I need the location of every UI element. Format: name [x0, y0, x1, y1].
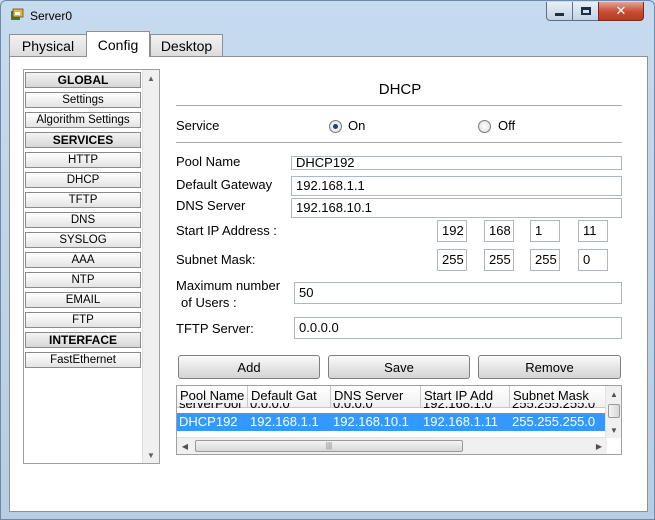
table-cell: 0.0.0.0 [250, 403, 290, 411]
dns-server-input[interactable]: 192.168.10.1 [291, 198, 622, 218]
table-cell: DHCP192 [179, 414, 238, 429]
divider [176, 142, 622, 143]
pool-table: Pool Name Default Gat DNS Server Start I… [176, 385, 622, 455]
table-cell: 192.168.1.0 [423, 403, 492, 411]
start-ip-octet-2[interactable]: 168 [484, 220, 514, 242]
table-cell: 255.255.255.0 [512, 403, 596, 411]
start-ip-octet-1[interactable]: 192 [437, 220, 467, 242]
service-off-radio[interactable] [478, 120, 491, 133]
start-ip-octet-3[interactable]: 1 [530, 220, 560, 242]
app-window: Server0 ✕ Physical Config Desktop GLOBAL… [0, 0, 655, 520]
pool-name-label: Pool Name [176, 154, 241, 169]
divider [176, 105, 622, 106]
scroll-thumb[interactable]: ||| [195, 440, 463, 452]
pool-name-input[interactable]: DHCP192 [291, 156, 622, 170]
table-cell: 255.255.255.0 [512, 414, 596, 429]
dns-server-label: DNS Server [176, 198, 246, 213]
minimize-button[interactable] [546, 2, 573, 21]
subnet-mask-label: Subnet Mask: [176, 252, 256, 267]
tftp-server-input[interactable]: 0.0.0.0 [294, 317, 622, 339]
config-sidebar: GLOBAL Settings Algorithm Settings SERVI… [23, 69, 160, 464]
scroll-up-arrow-icon[interactable]: ▲ [606, 386, 621, 402]
tftp-server-label: TFTP Server: [176, 321, 254, 336]
window-title: Server0 [30, 9, 73, 23]
tab-physical[interactable]: Physical [9, 34, 87, 56]
start-ip-label: Start IP Address : [176, 223, 277, 238]
sidebar-header-services[interactable]: SERVICES [25, 132, 141, 148]
subnet-octet-3[interactable]: 255 [530, 249, 560, 271]
table-cell: serverPool [179, 403, 242, 411]
table-cell: 192.168.1.1 [250, 414, 319, 429]
server-app-icon [11, 8, 24, 20]
tab-desktop[interactable]: Desktop [150, 34, 223, 56]
sidebar-item-dhcp[interactable]: DHCP [25, 172, 141, 188]
sidebar-item-syslog[interactable]: SYSLOG [25, 232, 141, 248]
subnet-octet-1[interactable]: 255 [437, 249, 467, 271]
default-gateway-label: Default Gateway [176, 177, 273, 192]
scroll-left-arrow-icon[interactable]: ◀ [177, 438, 193, 454]
sidebar-item-fastethernet[interactable]: FastEthernet [25, 352, 141, 368]
service-on-label[interactable]: On [348, 118, 365, 133]
sidebar-item-http[interactable]: HTTP [25, 152, 141, 168]
max-users-label-line2: of Users : [181, 295, 237, 310]
start-ip-octet-4[interactable]: 11 [578, 220, 608, 242]
default-gateway-input[interactable]: 192.168.1.1 [291, 176, 622, 196]
save-button[interactable]: Save [328, 355, 470, 379]
scroll-down-arrow-icon[interactable]: ▼ [606, 422, 621, 438]
table-horizontal-scrollbar[interactable]: ◀ ||| ▶ [177, 437, 607, 454]
table-vertical-scrollbar[interactable]: ▲ ▼ [605, 386, 621, 438]
table-cell: 192.168.1.11 [423, 414, 498, 429]
max-users-input[interactable]: 50 [294, 282, 622, 304]
maximize-icon [580, 7, 591, 15]
table-cell: 192.168.10.1 [333, 414, 409, 429]
sidebar-item-ftp[interactable]: FTP [25, 312, 141, 328]
service-label: Service [176, 118, 220, 133]
sidebar-header-global[interactable]: GLOBAL [25, 72, 141, 88]
scroll-down-arrow-icon[interactable]: ▼ [143, 447, 159, 463]
scroll-thumb[interactable] [608, 404, 620, 418]
table-row-selected[interactable]: DHCP192 192.168.1.1 192.168.10.1 192.168… [177, 413, 607, 431]
panel-title: DHCP [378, 81, 422, 98]
close-icon: ✕ [615, 3, 627, 18]
sidebar-item-settings[interactable]: Settings [25, 92, 141, 108]
scroll-right-arrow-icon[interactable]: ▶ [591, 438, 607, 454]
table-row[interactable]: serverPool 0.0.0.0 0.0.0.0 192.168.1.0 2… [177, 403, 607, 412]
maximize-button[interactable] [572, 2, 599, 21]
service-off-label[interactable]: Off [498, 118, 515, 133]
minimize-icon [555, 12, 564, 16]
sidebar-header-interface[interactable]: INTERFACE [25, 332, 141, 348]
sidebar-item-ntp[interactable]: NTP [25, 272, 141, 288]
config-panel: GLOBAL Settings Algorithm Settings SERVI… [9, 56, 648, 512]
close-button[interactable]: ✕ [598, 2, 644, 21]
add-button[interactable]: Add [178, 355, 320, 379]
title-bar[interactable]: Server0 ✕ [1, 1, 654, 31]
scroll-up-arrow-icon[interactable]: ▲ [143, 70, 159, 86]
max-users-label-line1: Maximum number [176, 278, 281, 293]
tab-config[interactable]: Config [86, 31, 150, 57]
sidebar-item-dns[interactable]: DNS [25, 212, 141, 228]
sidebar-item-email[interactable]: EMAIL [25, 292, 141, 308]
sidebar-item-algorithm-settings[interactable]: Algorithm Settings [25, 112, 141, 128]
sidebar-scrollbar[interactable]: ▲ ▼ [142, 70, 159, 463]
sidebar-item-aaa[interactable]: AAA [25, 252, 141, 268]
table-cell: 0.0.0.0 [333, 403, 373, 411]
service-on-radio[interactable] [329, 120, 342, 133]
subnet-octet-2[interactable]: 255 [484, 249, 514, 271]
remove-button[interactable]: Remove [478, 355, 621, 379]
sidebar-item-tftp[interactable]: TFTP [25, 192, 141, 208]
subnet-octet-4[interactable]: 0 [578, 249, 608, 271]
